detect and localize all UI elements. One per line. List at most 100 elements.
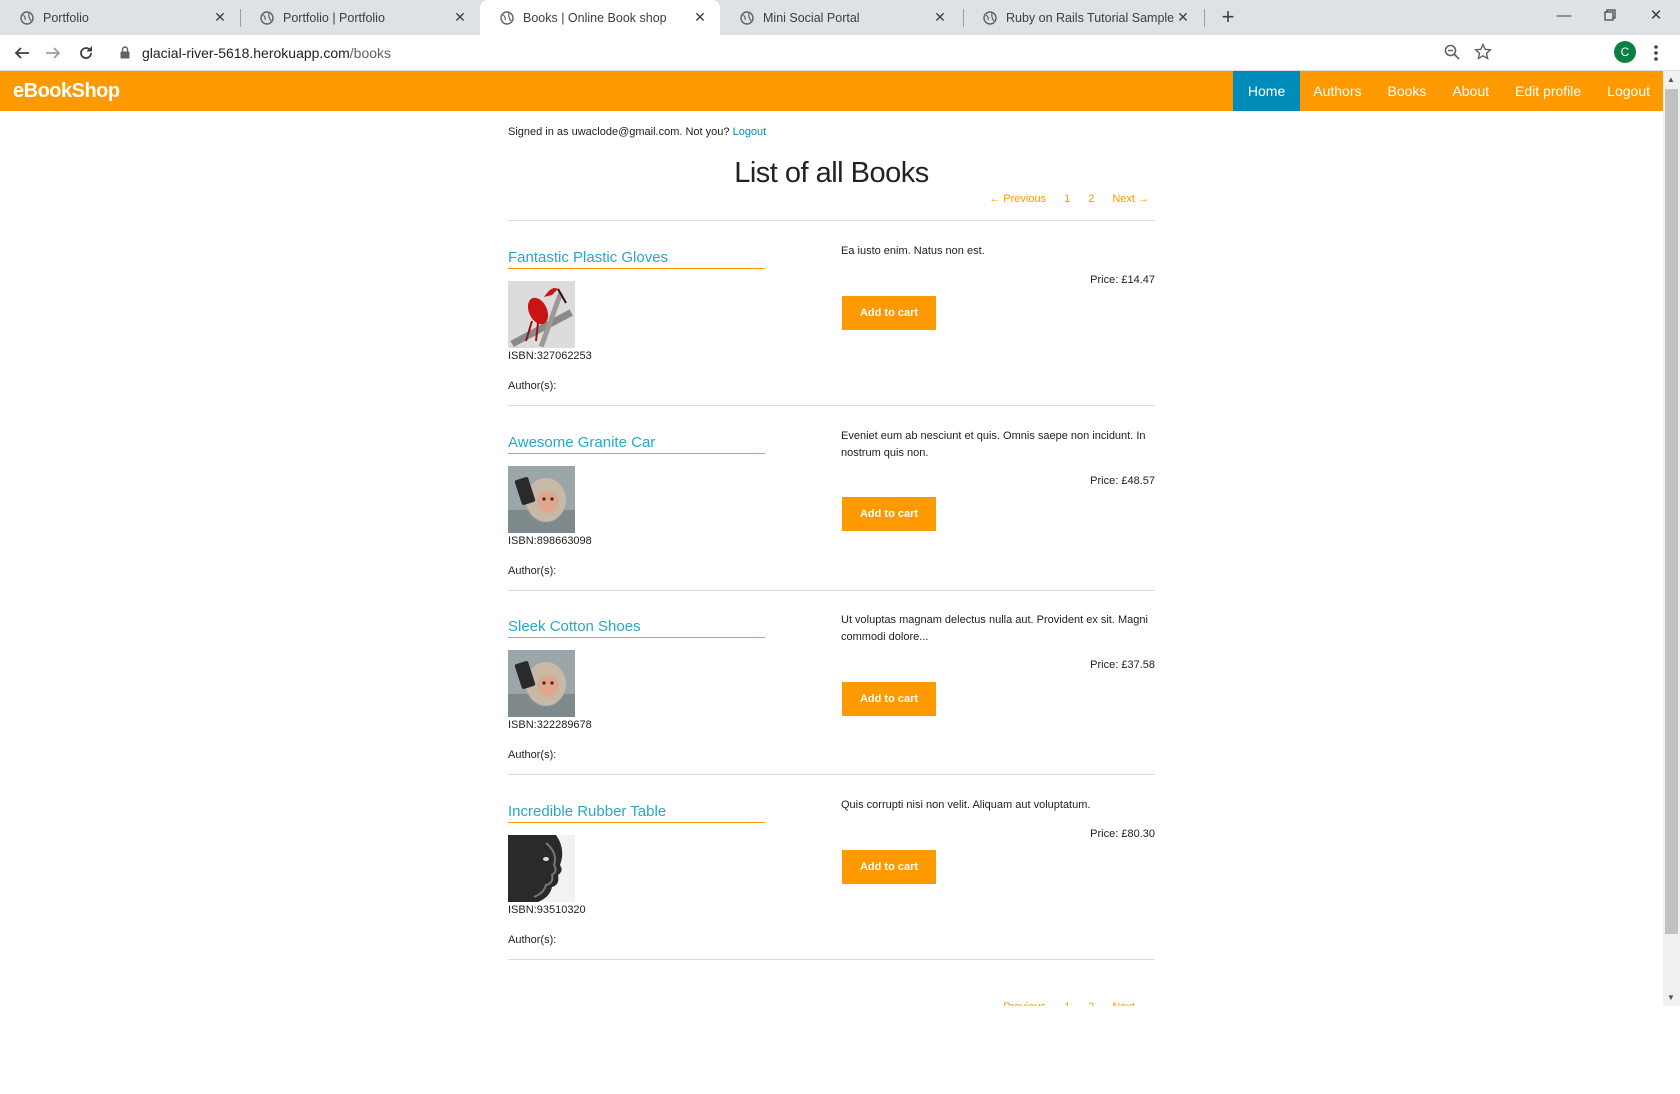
add-to-cart-button[interactable]: Add to cart (842, 682, 936, 716)
site-logo[interactable]: eBookShop (13, 80, 120, 103)
nav-logout[interactable]: Logout (1594, 71, 1663, 111)
menu-dots-icon[interactable] (1650, 43, 1662, 63)
book-authors: Author(s): (508, 749, 557, 761)
back-icon[interactable] (10, 41, 34, 65)
globe-icon (740, 10, 754, 25)
pager-page-2[interactable]: 2 (1088, 193, 1094, 205)
book-authors: Author(s): (508, 380, 557, 392)
tab-title: Ruby on Rails Tutorial Sample Ap (1006, 10, 1175, 25)
address-bar[interactable]: glacial-river-5618.herokuapp.com/books (108, 39, 1568, 67)
close-window-icon[interactable]: ✕ (1633, 0, 1679, 30)
book-isbn: ISBN:93510320 (508, 904, 586, 916)
browser-tab-strip: Portfolio ✕ Portfolio | Portfolio ✕ Book… (0, 0, 1680, 35)
book-item: Fantastic Plastic Gloves ISBN:327062253 … (508, 245, 1155, 429)
browser-tab[interactable]: Mini Social Portal ✕ (720, 0, 960, 35)
pagination-top: ← Previous 1 2 Next → (971, 193, 1149, 205)
pager-page-2[interactable]: 2 (1088, 1001, 1094, 1006)
pager-page-1[interactable]: 1 (1064, 193, 1070, 205)
book-price: Price: £48.57 (1090, 475, 1155, 487)
book-description: Quis corrupti nisi non velit. Aliquam au… (841, 799, 1091, 811)
book-cover-image[interactable] (508, 835, 575, 902)
site-header: eBookShop Home Authors Books About Edit … (0, 71, 1663, 111)
nav-edit-profile[interactable]: Edit profile (1502, 71, 1594, 111)
add-to-cart-button[interactable]: Add to cart (842, 296, 936, 330)
close-icon[interactable]: ✕ (1175, 9, 1191, 26)
book-title-link[interactable]: Incredible Rubber Table (508, 803, 765, 823)
restore-icon[interactable] (1587, 0, 1633, 30)
divider (508, 405, 1155, 406)
book-cover-image[interactable] (508, 650, 575, 717)
pager-next[interactable]: Next → (1112, 1001, 1149, 1006)
book-title-link[interactable]: Fantastic Plastic Gloves (508, 249, 765, 269)
browser-toolbar: glacial-river-5618.herokuapp.com/books C (0, 35, 1680, 71)
book-authors: Author(s): (508, 565, 557, 577)
signed-in-text: Signed in as uwaclode@gmail.com. Not you… (508, 126, 730, 138)
book-isbn: ISBN:322289678 (508, 719, 592, 731)
pager-next[interactable]: Next → (1112, 193, 1149, 205)
signed-in-notice: Signed in as uwaclode@gmail.com. Not you… (508, 126, 766, 138)
book-isbn: ISBN:898663098 (508, 535, 592, 547)
logout-link[interactable]: Logout (733, 126, 767, 138)
bookmark-star-icon[interactable] (1474, 43, 1492, 61)
close-icon[interactable]: ✕ (212, 9, 228, 26)
minimize-icon[interactable]: — (1541, 0, 1587, 30)
close-icon[interactable]: ✕ (932, 9, 948, 26)
book-cover-image[interactable] (508, 466, 575, 533)
book-description: Ea iusto enim. Natus non est. (841, 245, 985, 257)
book-price: Price: £14.47 (1090, 274, 1155, 286)
nav-authors[interactable]: Authors (1300, 71, 1374, 111)
browser-tab[interactable]: Portfolio | Portfolio ✕ (240, 0, 480, 35)
reload-icon[interactable] (74, 41, 98, 65)
browser-tab[interactable]: Portfolio ✕ (0, 0, 240, 35)
url-text: glacial-river-5618.herokuapp.com/books (142, 45, 391, 61)
pager-previous[interactable]: ← Previous (989, 1001, 1046, 1006)
tab-title: Portfolio | Portfolio (283, 10, 385, 25)
scrollbar-thumb[interactable] (1665, 89, 1678, 934)
divider (508, 590, 1155, 591)
new-tab-button[interactable]: + (1216, 6, 1240, 30)
pagination-bottom: ← Previous 1 2 Next → (971, 1001, 1149, 1006)
scroll-up-arrow-icon[interactable]: ▲ (1667, 75, 1675, 84)
main-nav: Home Authors Books About Edit profile Lo… (1232, 71, 1663, 111)
book-title-link[interactable]: Sleek Cotton Shoes (508, 618, 765, 638)
divider (508, 220, 1155, 221)
pager-page-1[interactable]: 1 (1064, 1001, 1070, 1006)
divider (508, 959, 1155, 960)
lock-icon (120, 46, 130, 59)
browser-tab-active[interactable]: Books | Online Book shop ✕ (480, 0, 720, 35)
globe-icon (260, 10, 274, 25)
add-to-cart-button[interactable]: Add to cart (842, 850, 936, 884)
page-title: List of all Books (734, 157, 929, 189)
nav-books[interactable]: Books (1375, 71, 1440, 111)
profile-avatar[interactable]: C (1614, 41, 1636, 63)
browser-tab[interactable]: Ruby on Rails Tutorial Sample Ap ✕ (963, 0, 1203, 35)
book-title-link[interactable]: Awesome Granite Car (508, 434, 765, 454)
book-cover-image[interactable] (508, 281, 575, 348)
book-description: Ut voluptas magnam delectus nulla aut. P… (841, 614, 1148, 643)
book-price: Price: £80.30 (1090, 828, 1155, 840)
scroll-down-arrow-icon[interactable]: ▼ (1667, 993, 1675, 1002)
add-to-cart-button[interactable]: Add to cart (842, 497, 936, 531)
zoom-icon[interactable] (1444, 44, 1460, 60)
forward-icon[interactable] (41, 41, 65, 65)
page-scrollbar[interactable]: ▲ ▼ (1663, 71, 1680, 1006)
url-path: /books (349, 45, 392, 61)
tab-title: Books | Online Book shop (523, 10, 667, 25)
page-viewport: eBookShop Home Authors Books About Edit … (0, 71, 1663, 1006)
globe-icon (983, 10, 997, 25)
tab-title: Mini Social Portal (763, 10, 860, 25)
divider (508, 774, 1155, 775)
close-icon[interactable]: ✕ (692, 9, 708, 26)
book-isbn: ISBN:327062253 (508, 350, 592, 362)
globe-icon (500, 10, 514, 25)
tab-separator (1204, 9, 1205, 27)
tab-title: Portfolio (43, 10, 89, 25)
book-item: Incredible Rubber Table ISBN:93510320 Au… (508, 799, 1155, 983)
book-price: Price: £37.58 (1090, 659, 1155, 671)
nav-about[interactable]: About (1439, 71, 1502, 111)
nav-home[interactable]: Home (1232, 71, 1301, 111)
pager-previous[interactable]: ← Previous (989, 193, 1046, 205)
close-icon[interactable]: ✕ (452, 9, 468, 26)
book-item: Awesome Granite Car ISBN:898663098 Autho… (508, 430, 1155, 614)
book-item: Sleek Cotton Shoes ISBN:322289678 Author… (508, 614, 1155, 798)
